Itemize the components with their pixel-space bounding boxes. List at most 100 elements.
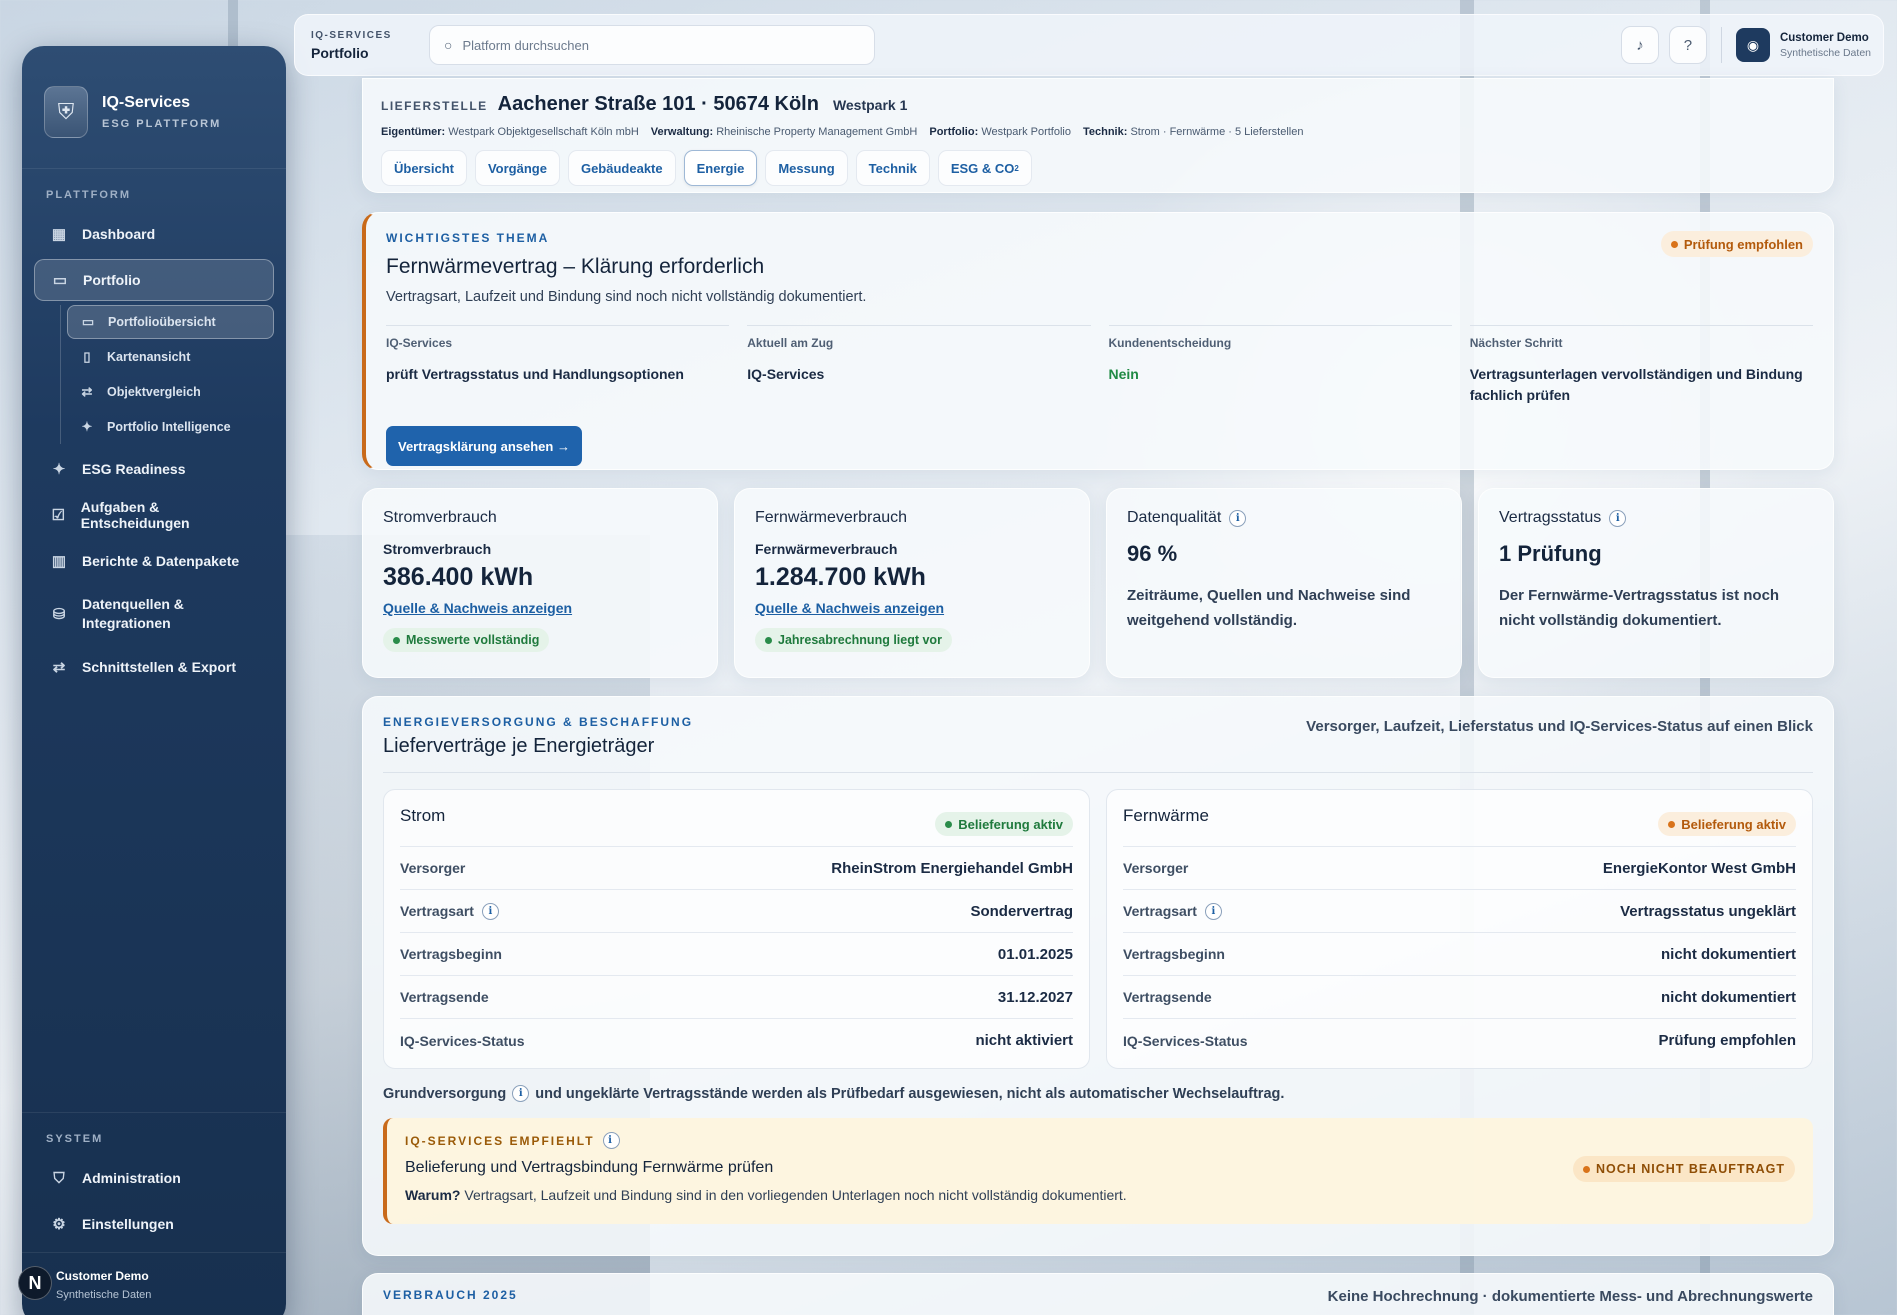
contract-name: Strom xyxy=(400,806,446,825)
topbar-actions: ♪ ? ◉ Customer Demo Synthetische Daten xyxy=(1620,26,1883,64)
view-contract-button[interactable]: Vertragsklärung ansehen → xyxy=(386,426,582,466)
energy-supply-card: ENERGIEVERSORGUNG & BESCHAFFUNG Lieferve… xyxy=(362,696,1834,1256)
consumption-note: Keine Hochrechnung · dokumentierte Mess-… xyxy=(1327,1288,1813,1305)
sidebar-user[interactable]: Customer Demo Synthetische Daten xyxy=(22,1252,286,1301)
topbar-context: IQ-SERVICES Portfolio xyxy=(295,30,429,61)
info-value: Nein xyxy=(1108,366,1139,382)
sidebar: ⛨ IQ-Services ESG PLATTFORM PLATTFORM ▦ … xyxy=(22,46,286,1315)
tab-esg-co2[interactable]: ESG & CO 2 xyxy=(937,150,1032,186)
help-button[interactable]: ? xyxy=(1668,26,1707,64)
info-icon[interactable]: i xyxy=(602,1132,620,1149)
sparkle-icon: ✦ xyxy=(81,419,93,434)
source-link[interactable]: Quelle & Nachweis anzeigen xyxy=(383,600,697,616)
lieferstelle-title: Aachener Straße 101 · 50674 Köln xyxy=(497,93,819,115)
lieferstelle-key: LIEFERSTELLE xyxy=(381,99,488,113)
contract-row: Vertragsbeginn 01.01.2025 xyxy=(400,933,1073,976)
sidebar-item-administration[interactable]: ⛉ Administration xyxy=(34,1157,274,1199)
topbar-user-name: Customer Demo xyxy=(1779,31,1869,44)
sidebar-item-schnittstellen[interactable]: ⇄ Schnittstellen & Export xyxy=(34,646,274,688)
kpi-card-vertragsstatus: Vertragsstatus i 1 Prüfung Der Fernwärme-… xyxy=(1478,488,1834,678)
tab-technik[interactable]: Technik xyxy=(855,150,930,186)
reco-eyebrow: IQ-SERVICES EMPFIEHLT i xyxy=(405,1132,1795,1149)
user-avatar-icon[interactable]: ◉ xyxy=(1735,28,1770,62)
sidebar-item-label: Portfolio xyxy=(83,272,141,288)
shield-icon: ⛉ xyxy=(53,1169,65,1187)
sidebar-subitem-label: Objektvergleich xyxy=(107,385,201,399)
main-topic-card: WICHTIGSTES THEMA Fernwärmevertrag – Klä… xyxy=(362,212,1834,470)
source-link[interactable]: Quelle & Nachweis anzeigen xyxy=(755,600,1069,616)
kpi-label: Fernwärmeverbrauch xyxy=(755,509,908,526)
kpi-text: Der Fernwärme-Vertragsstatus ist noch ni… xyxy=(1499,587,1780,629)
sidebar-subitem-portfoliouebersicht[interactable]: ▭ Portfolioübersicht xyxy=(67,305,274,339)
sidebar-subitem-kartenansicht[interactable]: ▯ Kartenansicht xyxy=(67,340,274,374)
status-badge: Jahresabrechnung liegt vor xyxy=(755,628,952,652)
tabs: Übersicht Vorgänge Gebäudeakte Energie M… xyxy=(381,150,1815,186)
sidebar-item-berichte[interactable]: ▥ Berichte & Datenpakete xyxy=(34,540,274,582)
map-icon: ▯ xyxy=(83,349,91,364)
sidebar-subitem-portfolio-intelligence[interactable]: ✦ Portfolio Intelligence xyxy=(67,410,274,444)
sidebar-subitem-label: Portfolioübersicht xyxy=(108,315,216,329)
gear-icon: ⚙ xyxy=(52,1216,66,1233)
info-key: Kundenentscheidung xyxy=(1108,336,1232,350)
tab-uebersicht[interactable]: Übersicht xyxy=(381,150,467,186)
energy-head: ENERGIEVERSORGUNG & BESCHAFFUNG Lieferve… xyxy=(383,715,1813,773)
sidebar-item-datenquellen[interactable]: ⛁ Datenquellen & Integrationen xyxy=(34,586,274,642)
energy-head-right: Versorger, Laufzeit, Lieferstatus und IQ… xyxy=(1306,718,1813,735)
meta-management: Verwaltung: Rheinische Property Manageme… xyxy=(650,126,918,138)
sidebar-subitem-label: Portfolio Intelligence xyxy=(107,420,231,434)
notifications-button[interactable]: ♪ xyxy=(1620,26,1659,64)
kpi-value: 386.400 kWh xyxy=(383,563,534,591)
topbar-context-key: IQ-SERVICES xyxy=(311,29,392,41)
brand: ⛨ IQ-Services ESG PLATTFORM xyxy=(22,46,286,169)
help-icon: ? xyxy=(1683,36,1693,54)
kpi-label: Datenqualität i xyxy=(1127,509,1441,527)
info-icon[interactable]: i xyxy=(1609,509,1627,527)
contract-row: Vertragsart i Vertragsstatus ungeklärt xyxy=(1123,890,1796,933)
grid-icon: ▦ xyxy=(51,226,67,243)
topbar-divider xyxy=(1720,27,1722,63)
status-badge: Belieferung aktiv xyxy=(935,812,1073,836)
sidebar-item-einstellungen[interactable]: ⚙ Einstellungen xyxy=(34,1203,274,1245)
info-value: IQ-Services xyxy=(747,366,825,382)
bar-chart-icon: ▥ xyxy=(51,553,67,570)
info-cell: Aktuell am Zug IQ-Services xyxy=(747,325,1091,406)
energy-eyebrow: ENERGIEVERSORGUNG & BESCHAFFUNG xyxy=(383,715,694,729)
search-box: ○ xyxy=(429,25,875,65)
contract-head: Strom Belieferung aktiv xyxy=(400,806,1073,847)
info-cell: Nächster Schritt Vertragsunterlagen verv… xyxy=(1469,325,1813,406)
n-badge-icon[interactable]: N xyxy=(18,1266,52,1300)
topbar-user[interactable]: Customer Demo Synthetische Daten xyxy=(1780,32,1871,59)
kpi-card-datenqualitaet: Datenqualität i 96 % Zeiträume, Quellen u… xyxy=(1106,488,1462,678)
info-icon[interactable]: i xyxy=(1204,902,1222,920)
consumption-eyebrow: VERBRAUCH 2025 xyxy=(383,1288,518,1302)
brand-logo-icon: ⛨ xyxy=(44,86,88,138)
contract-head: Fernwärme Belieferung aktiv xyxy=(1123,806,1796,847)
tab-messung[interactable]: Messung xyxy=(765,150,848,186)
info-value: prüft Vertragsstatus und Handlungsoption… xyxy=(386,366,684,382)
contract-row: IQ-Services-Status nicht aktiviert xyxy=(400,1032,1073,1049)
search-input[interactable] xyxy=(462,37,843,53)
info-icon[interactable]: i xyxy=(512,1085,530,1102)
sidebar-item-esg-readiness[interactable]: ✦ ESG Readiness xyxy=(34,448,274,490)
lieferstelle-subtitle: Westpark 1 xyxy=(832,97,908,113)
tab-vorgaenge[interactable]: Vorgänge xyxy=(474,150,560,186)
energy-note: Grundversorgung i und ungeklärte Vertrag… xyxy=(383,1085,1285,1102)
sidebar-item-portfolio[interactable]: ▭ Portfolio xyxy=(34,259,274,301)
topbar-context-value: Portfolio xyxy=(311,44,369,61)
energy-title: Lieferverträge je Energieträger xyxy=(383,735,655,757)
info-icon[interactable]: i xyxy=(1229,509,1247,527)
sidebar-item-aufgaben[interactable]: ☑ Aufgaben & Entscheidungen xyxy=(34,494,274,536)
kpi-label: Vertragsstatus i xyxy=(1499,509,1813,527)
meta-technik: Technik: Strom · Fernwärme · 5 Lieferste… xyxy=(1082,126,1304,138)
briefcase-icon: ▭ xyxy=(52,272,68,289)
contracts: Strom Belieferung aktiv Versorger RheinSt… xyxy=(383,789,1813,1069)
topbar: IQ-SERVICES Portfolio ○ ♪ ? ◉ Customer D… xyxy=(294,14,1884,76)
sidebar-item-dashboard[interactable]: ▦ Dashboard xyxy=(34,213,274,255)
sidebar-subitem-objektvergleich[interactable]: ⇄ Objektvergleich xyxy=(67,375,274,409)
sparkle-icon: ✦ xyxy=(52,461,66,478)
tab-energie[interactable]: Energie xyxy=(683,150,758,186)
info-icon[interactable]: i xyxy=(481,902,499,920)
tab-gebaeudeakte[interactable]: Gebäudeakte xyxy=(567,150,676,186)
contract-row: IQ-Services-Status Prüfung empfohlen xyxy=(1123,1032,1796,1049)
lieferstelle-title-row: LIEFERSTELLE Aachener Straße 101 · 50674… xyxy=(381,93,1815,116)
